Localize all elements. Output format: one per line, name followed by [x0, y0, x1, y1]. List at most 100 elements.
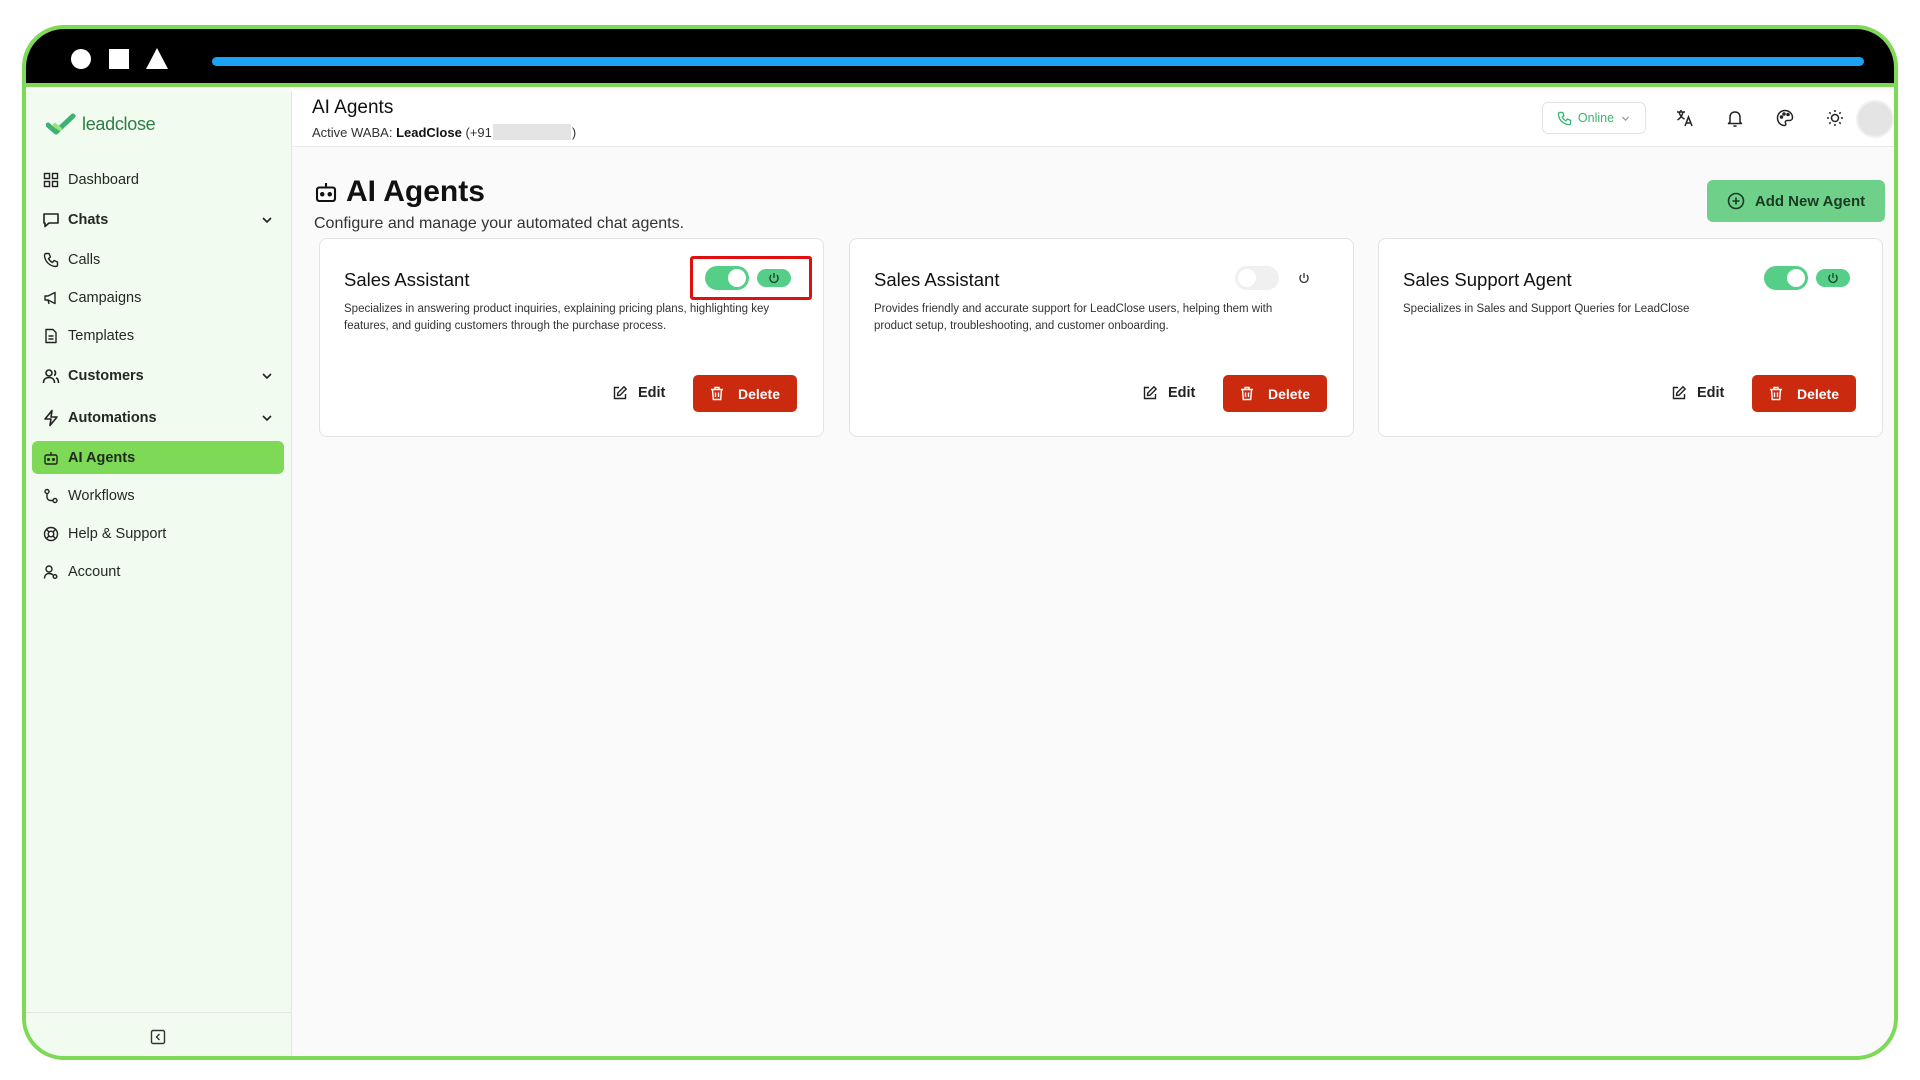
trash-icon — [710, 386, 723, 401]
sidebar-item-ai-agents[interactable]: AI Agents — [32, 441, 284, 474]
sidebar-item-label: Account — [68, 563, 121, 580]
waba-phone-prefix: (+91 — [465, 125, 492, 140]
template-icon — [42, 327, 60, 345]
power-icon — [1828, 273, 1838, 284]
user-avatar[interactable] — [1856, 100, 1894, 138]
bot-icon — [315, 183, 337, 203]
edit-label: Edit — [1697, 385, 1725, 401]
waba-name: LeadClose — [396, 125, 462, 140]
sun-icon[interactable] — [1825, 108, 1845, 128]
lifebuoy-icon — [42, 525, 60, 543]
address-bar[interactable] — [212, 57, 1864, 66]
highlight-box — [690, 256, 812, 300]
collapse-sidebar-icon[interactable] — [150, 1029, 166, 1045]
logo-text: leadclose — [82, 113, 156, 134]
sidebar-item-campaigns[interactable]: Campaigns — [32, 281, 284, 314]
sidebar-item-label: Customers — [68, 367, 144, 384]
sidebar-item-account[interactable]: Account — [32, 555, 284, 588]
sidebar-item-label: Automations — [68, 409, 157, 426]
translate-icon[interactable] — [1675, 108, 1695, 128]
agent-enabled-toggle[interactable] — [1764, 266, 1808, 290]
add-new-agent-button[interactable]: Add New Agent — [1707, 180, 1885, 222]
sidebar-item-help-support[interactable]: Help & Support — [32, 517, 284, 550]
agent-enabled-toggle[interactable] — [1235, 266, 1279, 290]
delete-label: Delete — [1267, 385, 1311, 402]
sidebar-item-chats[interactable]: Chats — [32, 201, 284, 238]
agent-name: Sales Support Agent — [1403, 269, 1572, 290]
toggle-knob — [1238, 269, 1256, 287]
redacted-phone — [492, 124, 571, 140]
sidebar-item-label: Calls — [68, 251, 101, 268]
edit-label: Edit — [1168, 385, 1196, 401]
sidebar-item-label: Workflows — [68, 487, 135, 504]
browser-topbar — [26, 29, 1894, 87]
edit-label: Edit — [638, 385, 666, 401]
sidebar-item-label: Chats — [68, 211, 109, 228]
dashboard-icon — [42, 171, 60, 189]
app-logo[interactable]: leadclose — [46, 113, 156, 135]
page-title: AI Agents — [314, 175, 485, 209]
bell-icon[interactable] — [1725, 108, 1745, 128]
edit-icon — [1143, 386, 1157, 400]
chat-icon — [42, 211, 60, 229]
chevron-down-icon[interactable] — [260, 369, 274, 383]
edit-button[interactable]: Edit — [1142, 375, 1195, 411]
header-title: AI Agents — [312, 97, 394, 118]
top-header: AI Agents Active WABA: LeadClose (+91) O… — [292, 91, 1894, 147]
sidebar-item-calls[interactable]: Calls — [32, 243, 284, 276]
sidebar-item-customers[interactable]: Customers — [32, 357, 284, 394]
circle-shape-icon — [71, 49, 91, 69]
active-waba: Active WABA: LeadClose (+91) — [312, 124, 576, 140]
edit-button[interactable]: Edit — [612, 375, 665, 411]
agent-card: Sales Support Agent Specializes in Sales… — [1378, 238, 1883, 437]
edit-button[interactable]: Edit — [1671, 375, 1724, 411]
sidebar-item-templates[interactable]: Templates — [32, 319, 284, 352]
sidebar-item-label: AI Agents — [68, 449, 136, 466]
sidebar-nav: Dashboard Chats Calls Campaigns Template… — [32, 163, 284, 593]
add-new-agent-label: Add New Agent — [1754, 192, 1866, 210]
bot-icon — [42, 449, 60, 467]
agent-name: Sales Assistant — [874, 269, 1000, 290]
power-icon — [1299, 273, 1309, 284]
workflow-icon — [42, 487, 60, 505]
chevron-down-icon[interactable] — [260, 411, 274, 425]
palette-icon[interactable] — [1775, 108, 1795, 128]
megaphone-icon — [42, 289, 60, 307]
screen-frame: leadclose Dashboard Chats Calls Campaign… — [22, 25, 1898, 1060]
sidebar-footer — [26, 1012, 292, 1056]
delete-button[interactable]: Delete — [693, 375, 797, 412]
agent-description: Specializes in Sales and Support Queries… — [1403, 303, 1690, 315]
online-status-dropdown[interactable]: Online — [1542, 102, 1646, 134]
phone-icon — [1557, 111, 1572, 125]
leadclose-logo-icon — [46, 113, 76, 135]
power-button[interactable] — [1816, 269, 1850, 287]
sidebar-item-label: Templates — [68, 327, 135, 344]
delete-button[interactable]: Delete — [1752, 375, 1856, 412]
agent-card: Sales Assistant Provides friendly and ac… — [849, 238, 1354, 437]
lightning-icon — [42, 409, 60, 427]
edit-icon — [1672, 386, 1686, 400]
delete-button[interactable]: Delete — [1223, 375, 1327, 412]
sidebar-item-automations[interactable]: Automations — [32, 399, 284, 436]
page-description: Configure and manage your automated chat… — [314, 215, 685, 232]
sidebar-item-dashboard[interactable]: Dashboard — [32, 163, 284, 196]
sidebar-item-label: Help & Support — [68, 525, 167, 542]
sidebar-item-workflows[interactable]: Workflows — [32, 479, 284, 512]
delete-label: Delete — [1796, 385, 1840, 402]
sidebar: leadclose Dashboard Chats Calls Campaign… — [26, 91, 292, 1056]
toggle-knob — [1787, 269, 1805, 287]
agent-card: Sales Assistant Specializes in answering… — [319, 238, 824, 437]
power-button[interactable] — [1287, 269, 1321, 287]
edit-icon — [613, 386, 627, 400]
sidebar-item-label: Campaigns — [68, 289, 142, 306]
status-label: Online — [1577, 111, 1615, 125]
agent-description: Provides friendly and accurate support f… — [874, 303, 1273, 332]
trash-icon — [1240, 386, 1253, 401]
delete-label: Delete — [737, 385, 781, 402]
chevron-down-icon[interactable] — [260, 213, 274, 227]
chevron-down-icon — [1621, 115, 1630, 121]
triangle-shape-icon — [146, 48, 168, 69]
square-shape-icon — [109, 49, 129, 69]
users-icon — [42, 367, 60, 385]
sidebar-item-label: Dashboard — [68, 171, 139, 188]
